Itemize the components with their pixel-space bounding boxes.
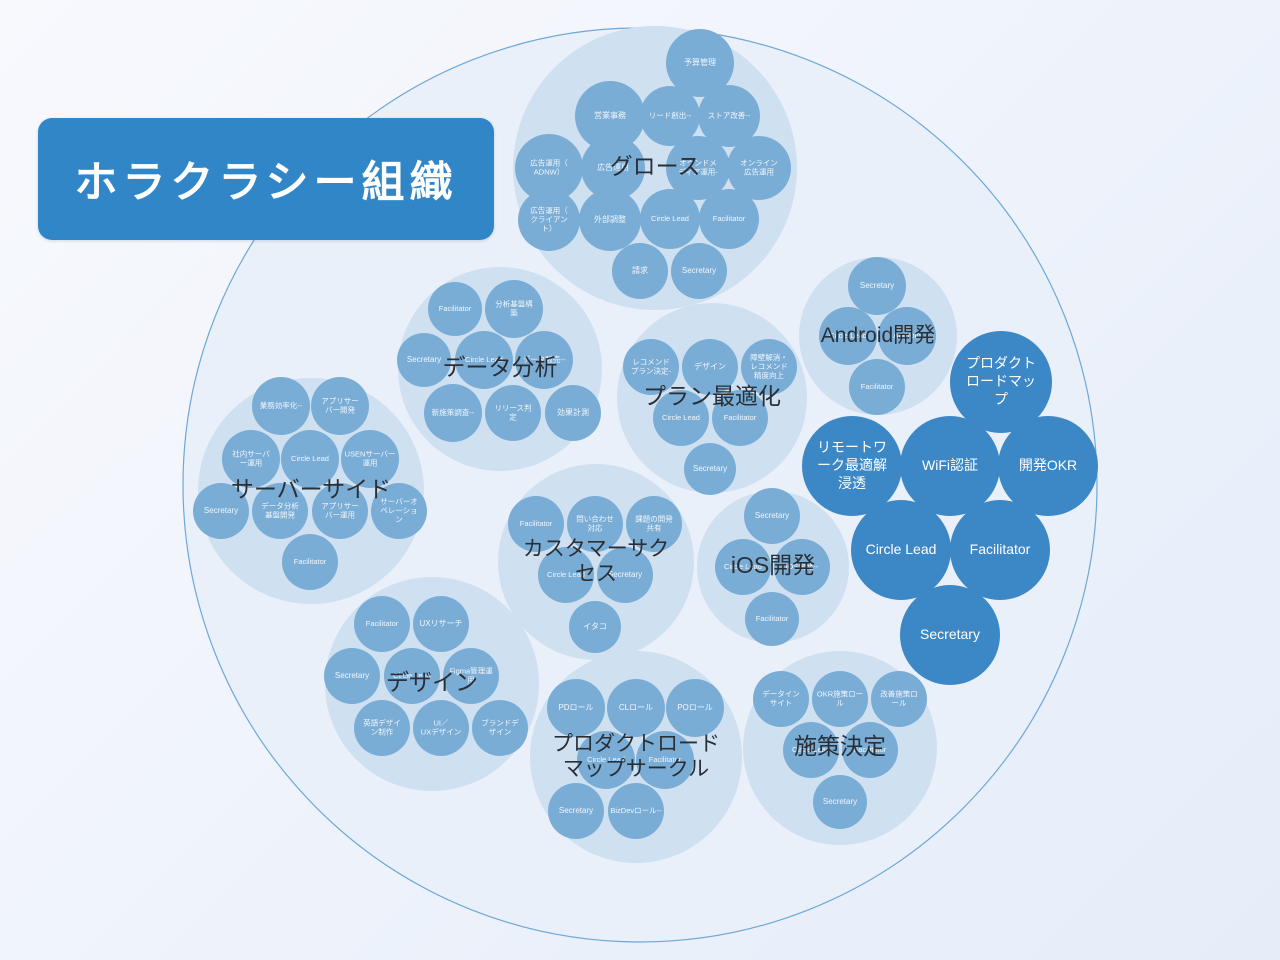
leaf-circle-0-10[interactable] <box>640 189 700 249</box>
leaf-circle-1-0[interactable] <box>428 282 482 336</box>
leaf-circle-2-3[interactable] <box>653 390 709 446</box>
dark-circle-4[interactable] <box>851 500 951 600</box>
leaf-circle-5-1[interactable] <box>567 496 623 552</box>
leaf-circle-8-5[interactable] <box>548 783 604 839</box>
leaf-circle-3-1[interactable] <box>819 307 877 365</box>
leaf-circle-6-1[interactable] <box>715 539 771 595</box>
leaf-circle-9-0[interactable] <box>753 671 809 727</box>
leaf-circle-4-4[interactable] <box>341 430 399 488</box>
leaf-circle-4-7[interactable] <box>312 483 368 539</box>
leaf-circle-5-5[interactable] <box>569 601 621 653</box>
leaf-circle-5-3[interactable] <box>538 547 594 603</box>
leaf-circle-6-2[interactable] <box>774 539 830 595</box>
leaf-circle-6-0[interactable] <box>744 488 800 544</box>
leaf-circle-2-2[interactable] <box>741 339 797 395</box>
leaf-circle-0-9[interactable] <box>579 189 641 251</box>
leaf-circle-9-5[interactable] <box>813 775 867 829</box>
leaf-circle-4-0[interactable] <box>252 377 310 435</box>
leaf-circle-5-2[interactable] <box>626 496 682 552</box>
page-title: ホラクラシー組織 <box>74 158 458 208</box>
leaf-circle-7-6[interactable] <box>413 700 469 756</box>
leaf-circle-8-0[interactable] <box>547 679 605 737</box>
leaf-circle-1-3[interactable] <box>455 331 513 389</box>
leaf-circle-8-2[interactable] <box>666 679 724 737</box>
leaf-circle-7-4[interactable] <box>443 648 499 704</box>
leaf-circle-4-6[interactable] <box>252 483 308 539</box>
dark-circle-3[interactable] <box>998 416 1098 516</box>
leaf-circle-4-1[interactable] <box>311 377 369 435</box>
leaf-circle-8-1[interactable] <box>607 679 665 737</box>
leaf-circle-4-3[interactable] <box>281 430 339 488</box>
leaf-circle-9-4[interactable] <box>842 722 898 778</box>
circle-packing-diagram: 予算管理 営業事務 リード創出-- ストア改善-- 広告運用（ ADNW） 広告運用 オウンド… <box>0 0 1280 960</box>
leaf-circle-2-4[interactable] <box>712 390 768 446</box>
leaf-circle-7-0[interactable] <box>354 596 410 652</box>
leaf-circle-9-2[interactable] <box>871 671 927 727</box>
leaf-circle-1-2[interactable] <box>397 333 451 387</box>
leaf-circle-2-5[interactable] <box>684 443 736 495</box>
leaf-circle-2-1[interactable] <box>682 339 738 395</box>
leaf-circle-1-6[interactable] <box>485 385 541 441</box>
dark-circle-6[interactable] <box>900 585 1000 685</box>
leaf-circle-0-13[interactable] <box>671 243 727 299</box>
leaf-circle-4-9[interactable] <box>282 534 338 590</box>
leaf-circle-1-5[interactable] <box>424 384 482 442</box>
leaf-circle-5-0[interactable] <box>508 496 564 552</box>
leaf-circle-7-2[interactable] <box>324 648 380 704</box>
leaf-circle-8-4[interactable] <box>636 731 694 789</box>
leaf-circle-1-7[interactable] <box>545 385 601 441</box>
leaf-circle-4-8[interactable] <box>371 483 427 539</box>
leaf-circle-3-2[interactable] <box>878 307 936 365</box>
leaf-circle-9-1[interactable] <box>812 671 868 727</box>
leaf-circle-5-4[interactable] <box>597 547 653 603</box>
dark-circle-1[interactable] <box>802 416 902 516</box>
leaf-circle-3-3[interactable] <box>849 359 905 415</box>
leaf-circle-3-0[interactable] <box>848 257 906 315</box>
leaf-circle-1-1[interactable] <box>485 280 543 338</box>
leaf-circle-9-3[interactable] <box>783 722 839 778</box>
leaf-circle-2-0[interactable] <box>623 339 679 395</box>
leaf-circle-6-3[interactable] <box>745 592 799 646</box>
dark-circle-2[interactable] <box>900 416 1000 516</box>
leaf-circle-8-3[interactable] <box>577 731 635 789</box>
leaf-circle-1-4[interactable] <box>515 331 573 389</box>
leaf-circle-4-2[interactable] <box>222 430 280 488</box>
leaf-circle-0-11[interactable] <box>699 189 759 249</box>
leaf-circle-0-12[interactable] <box>612 243 668 299</box>
leaf-circle-7-5[interactable] <box>354 700 410 756</box>
leaf-circle-0-8[interactable] <box>518 189 580 251</box>
leaf-circle-7-1[interactable] <box>413 596 469 652</box>
diagram-title-box: ホラクラシー組織 <box>38 118 494 240</box>
leaf-circle-7-7[interactable] <box>472 700 528 756</box>
leaf-circle-4-5[interactable] <box>193 483 249 539</box>
leaf-circle-7-3[interactable] <box>384 648 440 704</box>
dark-circle-5[interactable] <box>950 500 1050 600</box>
leaf-circle-8-6[interactable] <box>608 783 664 839</box>
